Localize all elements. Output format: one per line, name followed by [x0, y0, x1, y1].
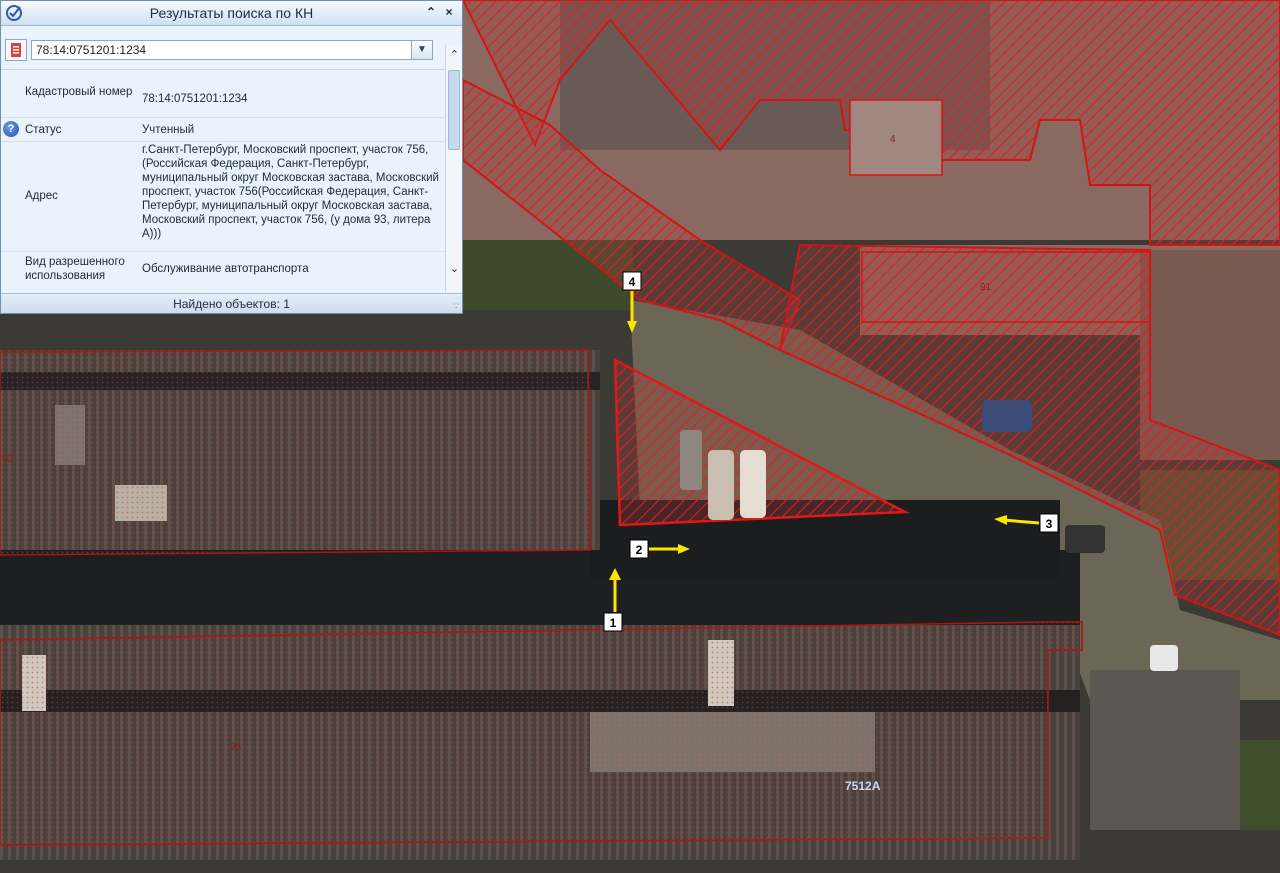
panel-title: Результаты поиска по КН: [149, 5, 314, 21]
properties-scrollbar[interactable]: ⌃ ⌄: [445, 45, 462, 292]
scroll-up-icon[interactable]: ⌃: [446, 47, 462, 63]
svg-text:2: 2: [636, 543, 643, 557]
property-row: Адрес г.Санкт-Петербург, Московский прос…: [1, 143, 445, 252]
panel-titlebar[interactable]: Результаты поиска по КН ⌃ ×: [1, 1, 462, 26]
parcel-label: 7512А: [845, 779, 881, 793]
yard-debris: [1090, 670, 1240, 830]
panel-statusbar: Найдено объектов: 1 ∵: [1, 293, 462, 313]
property-label: Статус: [25, 124, 62, 136]
dropdown-button[interactable]: ▼: [411, 40, 433, 60]
results-count: Найдено объектов: 1: [173, 297, 290, 311]
search-row: ▼: [1, 27, 462, 70]
car: [708, 450, 734, 520]
scroll-down-icon[interactable]: ⌄: [446, 261, 462, 277]
property-value: Обслуживание автотранспорта: [142, 263, 309, 275]
car: [1150, 645, 1178, 671]
cadastral-number-input[interactable]: [31, 40, 415, 60]
document-button[interactable]: [5, 39, 27, 61]
document-icon: [11, 43, 21, 57]
parcel-label: 93: [230, 742, 242, 753]
svg-text:1: 1: [610, 616, 617, 630]
parcel-dotted[interactable]: [0, 621, 1083, 846]
parcel-label: 93: [2, 454, 14, 465]
property-row: Вид разрешенного использования Обслужива…: [1, 253, 445, 291]
parcel-dotted[interactable]: [0, 349, 591, 556]
property-label: Адрес: [25, 190, 58, 202]
property-label: Вид разрешенного использования: [25, 256, 125, 282]
search-results-panel: Результаты поиска по КН ⌃ × ▼ Кадастровы…: [0, 0, 463, 314]
property-row: Кадастровый номер 78:14:0751201:1234: [1, 81, 445, 118]
scrollbar-thumb[interactable]: [448, 70, 460, 150]
property-row: ? Статус Учтенный: [1, 119, 445, 142]
properties-list: Кадастровый номер 78:14:0751201:1234 ? С…: [1, 75, 445, 291]
parcel-91[interactable]: [861, 251, 1151, 323]
parcel-label: 91: [980, 282, 992, 293]
svg-text:3: 3: [1046, 517, 1053, 531]
resize-grip-icon[interactable]: ∵: [453, 301, 459, 312]
collapse-up-icon[interactable]: ⌃: [423, 4, 439, 21]
parcel-4[interactable]: [849, 99, 943, 176]
svg-text:4: 4: [629, 275, 636, 289]
property-label: Кадастровый номер: [25, 86, 133, 98]
property-value: Учтенный: [142, 124, 195, 136]
car: [982, 400, 1032, 432]
parcel-label: 4: [890, 134, 896, 145]
close-icon[interactable]: ×: [441, 4, 457, 21]
help-icon[interactable]: ?: [3, 121, 19, 137]
car: [740, 450, 766, 518]
property-value: 78:14:0751201:1234: [142, 93, 248, 105]
car: [680, 430, 702, 490]
car: [1065, 525, 1105, 553]
property-value: г.Санкт-Петербург, Московский проспект, …: [142, 144, 439, 240]
